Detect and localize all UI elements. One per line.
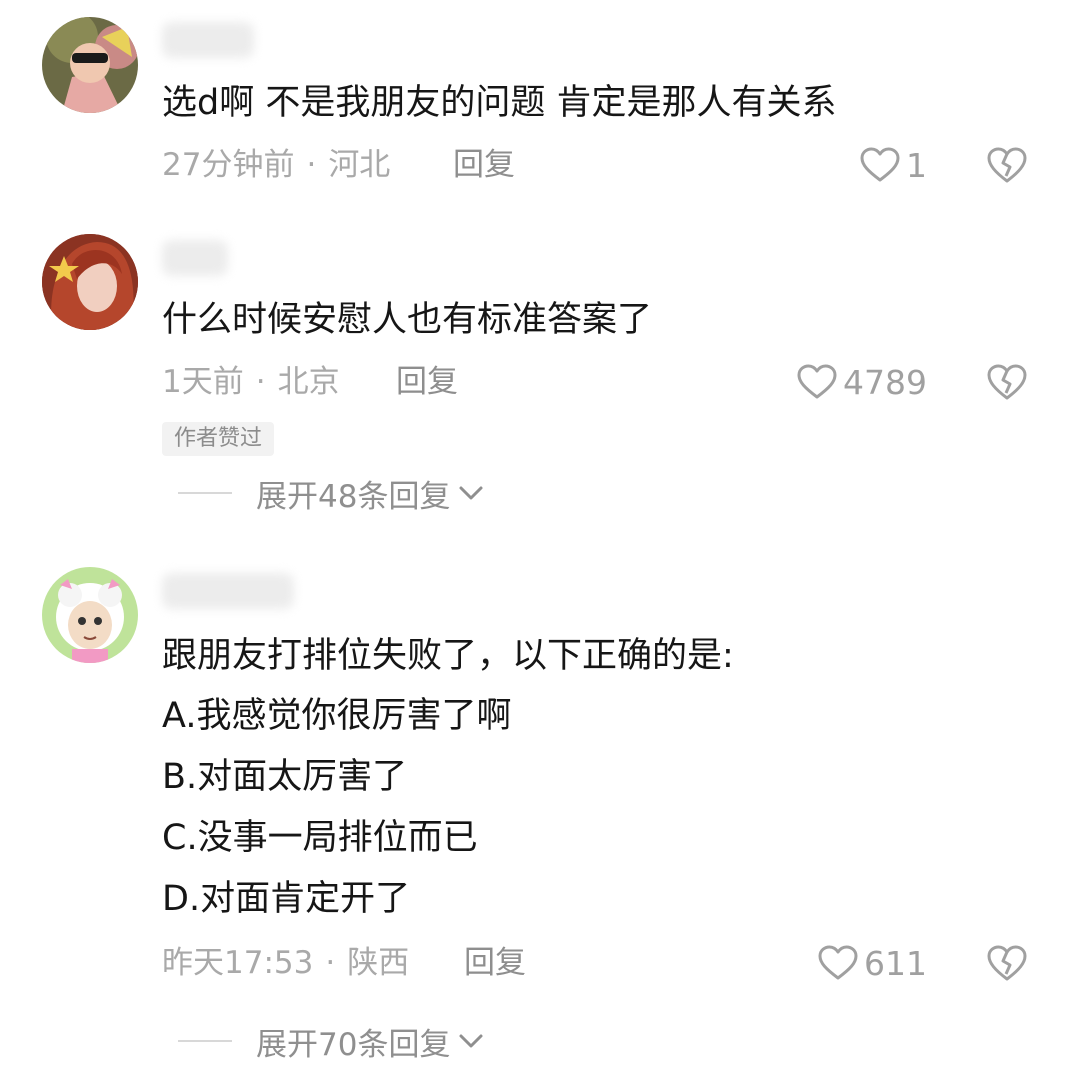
comment-meta: 27分钟前 · 河北	[162, 145, 390, 185]
like-button[interactable]: 4789	[797, 362, 927, 402]
avatar[interactable]	[42, 17, 138, 113]
comment-text-line: D.对面肯定开了	[162, 879, 411, 919]
comment-text-line: C.没事一局排位而已	[162, 818, 478, 858]
author-liked-badge: 作者赞过	[162, 422, 275, 456]
meta-separator: ·	[306, 147, 317, 183]
comment-time: 1天前	[162, 364, 244, 400]
username-blurred[interactable]	[162, 240, 228, 276]
username-blurred[interactable]	[162, 573, 294, 609]
comment-meta: 1天前 · 北京	[162, 362, 340, 402]
username-blurred[interactable]	[162, 22, 254, 58]
comment-location: 河北	[328, 147, 391, 183]
dislike-button[interactable]	[986, 944, 1028, 986]
comment-text-line: 跟朋友打排位失败了，以下正确的是:	[162, 636, 734, 676]
divider-line	[178, 492, 232, 494]
reply-button[interactable]: 回复	[396, 362, 458, 402]
expand-replies-button[interactable]: 展开48条回复	[178, 473, 484, 515]
comment-text: 选d啊 不是我朋友的问题 肯定是那人有关系	[162, 83, 837, 123]
like-count: 4789	[843, 362, 927, 402]
comment-text-line: B.对面太厉害了	[162, 757, 408, 797]
like-button[interactable]: 1	[860, 145, 927, 185]
comment-meta: 昨天17:53 · 陕西	[162, 943, 409, 983]
chevron-down-icon	[459, 486, 483, 500]
heart-outline-icon	[818, 945, 858, 980]
like-button[interactable]: 611	[818, 943, 927, 983]
dislike-button[interactable]	[986, 146, 1028, 188]
comment-location: 陕西	[347, 945, 410, 981]
like-count: 611	[864, 943, 927, 983]
expand-replies-button[interactable]: 展开70条回复	[178, 1021, 484, 1063]
comment-location: 北京	[277, 364, 340, 400]
meta-separator: ·	[325, 945, 336, 981]
comment-text: 什么时候安慰人也有标准答案了	[162, 300, 653, 340]
reply-button[interactable]: 回复	[464, 943, 526, 983]
heart-outline-icon	[797, 364, 837, 399]
expand-replies-label: 展开48条回复	[256, 478, 451, 515]
broken-heart-icon	[987, 147, 1027, 183]
expand-replies-label: 展开70条回复	[256, 1026, 451, 1063]
comment-time: 昨天17:53	[162, 945, 314, 981]
divider-line	[178, 1040, 232, 1042]
comment-time: 27分钟前	[162, 147, 295, 183]
broken-heart-icon	[987, 945, 1027, 981]
broken-heart-icon	[987, 364, 1027, 400]
avatar[interactable]	[42, 567, 138, 663]
heart-outline-icon	[860, 147, 900, 182]
chevron-down-icon	[459, 1034, 483, 1048]
comment-text-line: A.我感觉你很厉害了啊	[162, 696, 512, 736]
meta-separator: ·	[255, 364, 266, 400]
like-count: 1	[906, 145, 927, 185]
reply-button[interactable]: 回复	[453, 145, 515, 185]
dislike-button[interactable]	[986, 363, 1028, 405]
avatar[interactable]	[42, 234, 138, 330]
